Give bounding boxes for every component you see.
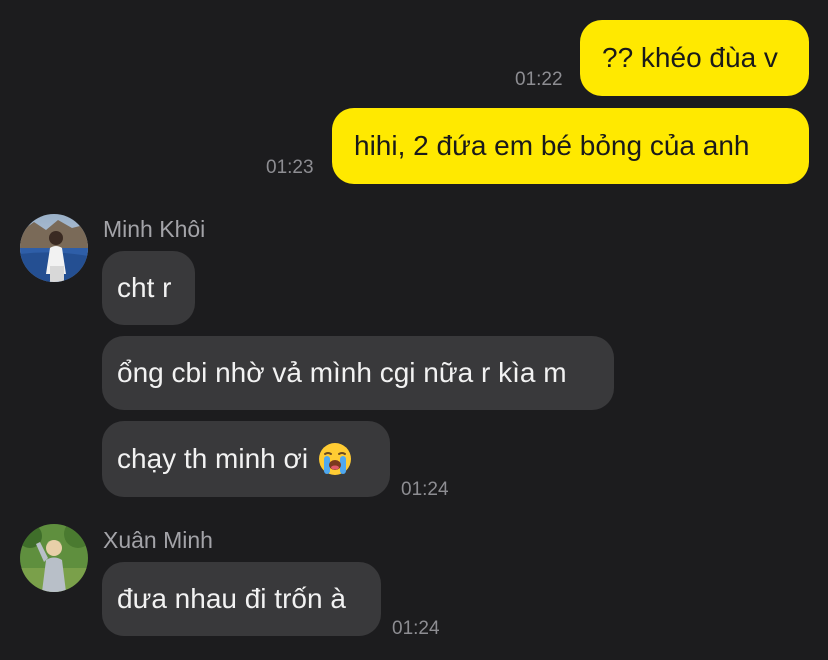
incoming-message-bubble[interactable]: ổng cbi nhờ vả mình cgi nữa r kìa m (102, 336, 614, 410)
message-text: đưa nhau đi trốn à (117, 583, 346, 614)
outgoing-message-bubble[interactable]: hihi, 2 đứa em bé bỏng của anh (332, 108, 809, 184)
avatar-photo-icon (20, 524, 88, 592)
chat-thread: 01:22 ?? khéo đùa v 01:23 hihi, 2 đứa em… (0, 0, 828, 660)
sender-name: Xuân Minh (103, 527, 213, 553)
message-text: cht r (117, 272, 172, 303)
message-text: ?? khéo đùa v (602, 42, 778, 73)
loudly-crying-face-icon (319, 443, 352, 475)
incoming-message-bubble[interactable]: cht r (102, 251, 195, 325)
message-text: chạy th minh ơi (117, 443, 309, 474)
incoming-message-bubble[interactable]: chạy th minh ơi (102, 421, 390, 497)
avatar[interactable] (20, 214, 88, 282)
message-text: ổng cbi nhờ vả mình cgi nữa r kìa m (117, 357, 567, 388)
message-timestamp: 01:23 (266, 157, 314, 178)
incoming-message-bubble[interactable]: đưa nhau đi trốn à (102, 562, 381, 636)
sender-name: Minh Khôi (103, 216, 206, 242)
message-text: hihi, 2 đứa em bé bỏng của anh (354, 130, 750, 161)
avatar-photo-icon (20, 214, 88, 282)
outgoing-message-bubble[interactable]: ?? khéo đùa v (580, 20, 809, 96)
message-timestamp: 01:24 (401, 479, 449, 500)
message-timestamp: 01:24 (392, 618, 440, 639)
avatar[interactable] (20, 524, 88, 592)
message-timestamp: 01:22 (515, 69, 563, 90)
